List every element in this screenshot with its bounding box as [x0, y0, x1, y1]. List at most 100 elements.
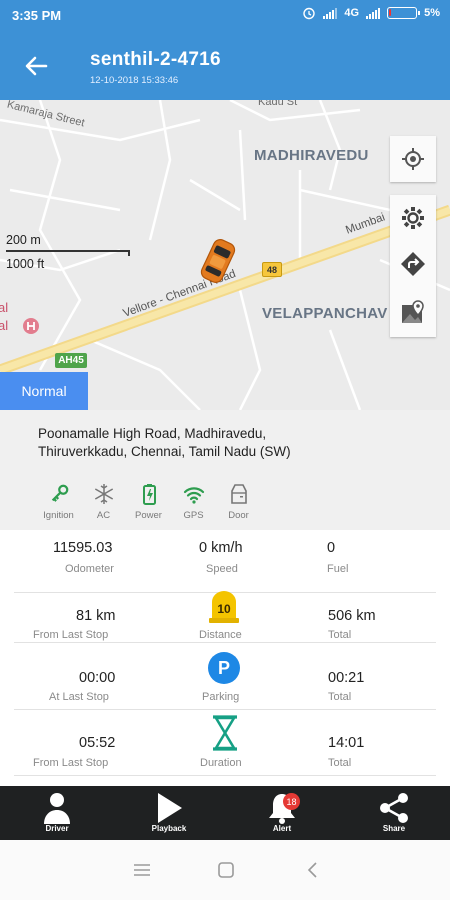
fuel-value: 0 — [327, 540, 336, 556]
recent-apps-button[interactable] — [130, 860, 154, 880]
nav-playback[interactable]: Playback — [139, 786, 199, 840]
parking-icon: P — [208, 652, 240, 684]
indicator-ignition: Ignition — [36, 482, 81, 521]
key-icon — [51, 484, 68, 502]
svg-text:P: P — [218, 658, 230, 678]
alert-badge: 18 — [283, 793, 300, 810]
scale-bar-tick — [128, 250, 130, 256]
hospital-icon — [23, 318, 39, 334]
indicator-label: Ignition — [43, 510, 74, 521]
speed-label: Speed — [206, 563, 238, 575]
nav-label: Share — [382, 824, 406, 833]
indicator-label: AC — [96, 510, 111, 521]
signal-icon — [323, 7, 338, 19]
indicator-power: Power — [126, 482, 171, 521]
battery-icon — [387, 7, 421, 19]
status-icons: 4G 5% — [302, 6, 440, 20]
svg-text:10: 10 — [217, 602, 231, 616]
scale-feet: 1000 ft — [6, 257, 45, 271]
indicator-label: Power — [135, 510, 162, 521]
nav-driver[interactable]: Driver — [27, 786, 87, 840]
indicator-door: Door — [216, 482, 261, 521]
poi-label-2: al — [0, 318, 9, 333]
crosshair-icon — [402, 148, 424, 170]
total-parking-label: Total — [328, 691, 352, 703]
area-label-madhiravedu: MADHIRAVEDU — [254, 147, 369, 164]
person-icon — [44, 793, 70, 824]
play-icon — [158, 793, 182, 823]
distance-badge-icon: 10 — [209, 591, 239, 623]
nav-label: Alert — [272, 824, 292, 833]
map-layers-button[interactable] — [390, 289, 436, 335]
route-shield: 48 — [262, 262, 282, 277]
indicator-label: Door — [228, 510, 249, 521]
app-root: 3:35 PM 4G 5% senthil-2-4716 12-10-2018 … — [0, 0, 450, 900]
odometer-label: Odometer — [65, 563, 114, 575]
square-icon — [218, 862, 234, 878]
gear-icon — [402, 207, 424, 229]
map-mode-button[interactable]: Normal — [0, 372, 88, 410]
status-bar: 3:35 PM 4G 5% — [0, 0, 450, 30]
fuel-label: Fuel — [327, 563, 349, 575]
indicator-gps: GPS — [171, 482, 216, 521]
total-parking-value: 00:21 — [328, 670, 365, 686]
system-back-button[interactable] — [300, 860, 324, 880]
total-distance-value: 506 km — [328, 608, 376, 624]
stats-row-parking: 00:00 At Last Stop P Parking 00:21 Total — [14, 648, 436, 710]
ah-shield: AH45 — [55, 353, 87, 368]
from-last-stop-time-label: From Last Stop — [33, 757, 109, 769]
speed-value: 0 km/h — [199, 540, 243, 556]
total-duration-value: 14:01 — [328, 735, 365, 751]
last-stop-distance-label: From Last Stop — [33, 629, 109, 641]
at-last-stop-value: 00:00 — [79, 670, 116, 686]
directions-icon — [401, 252, 425, 276]
indicator-ac: AC — [81, 482, 126, 521]
street-label-kadu: Kadu St — [258, 100, 298, 108]
network-type: 4G — [344, 7, 360, 19]
nav-share[interactable]: Share — [364, 786, 424, 840]
share-icon — [380, 793, 408, 823]
scale-bar — [6, 250, 130, 252]
battery-percent: 5% — [424, 7, 440, 19]
battery-charging-icon — [142, 484, 156, 505]
status-time: 3:35 PM — [12, 8, 62, 23]
snowflake-icon — [94, 484, 113, 504]
nav-label: Playback — [151, 824, 187, 833]
app-header: senthil-2-4716 12-10-2018 15:33:46 — [0, 30, 450, 100]
settings-button[interactable] — [390, 195, 436, 241]
area-label-velappanchavadi: VELAPPANCHAV — [262, 305, 388, 322]
last-stop-distance-value: 81 km — [76, 608, 116, 624]
stats-row-duration: 05:52 From Last Stop Duration 14:01 Tota… — [14, 712, 436, 776]
total-duration-label: Total — [328, 757, 352, 769]
scale-meters: 200 m — [6, 233, 41, 247]
parking-label: Parking — [202, 691, 240, 703]
wifi-icon — [183, 487, 204, 504]
back-arrow-icon[interactable] — [22, 52, 50, 80]
hourglass-icon — [213, 715, 237, 751]
indicator-label: GPS — [183, 510, 204, 521]
last-update-time: 12-10-2018 15:33:46 — [90, 75, 179, 86]
home-button[interactable] — [214, 860, 238, 880]
vehicle-address: Poonamalle High Road, Madhiravedu, Thiru… — [38, 426, 291, 459]
odometer-value: 11595.03 — [53, 540, 113, 556]
vehicle-info-panel: Poonamalle High Road, Madhiravedu, Thiru… — [0, 410, 450, 530]
system-nav-bar — [0, 840, 450, 900]
signal-icon-2 — [366, 7, 381, 19]
stats-row-odometer: 11595.03 Odometer 0 km/h Speed 0 Fuel — [14, 530, 436, 593]
from-last-stop-time-value: 05:52 — [79, 735, 116, 751]
at-last-stop-label: At Last Stop — [49, 691, 109, 703]
map-view[interactable]: Kamaraja Street Kadu St MADHIRAVEDU VELA… — [0, 100, 450, 410]
map-action-group — [390, 195, 436, 337]
poi-label: al — [0, 300, 9, 315]
indicator-row: Ignition AC Power GPS Door — [36, 482, 261, 521]
alarm-icon — [303, 7, 316, 20]
door-icon — [230, 484, 247, 504]
duration-label: Duration — [200, 757, 242, 769]
my-location-button[interactable] — [390, 136, 436, 182]
directions-button[interactable] — [390, 241, 436, 287]
map-pin-icon — [402, 300, 424, 323]
stats-row-distance: 81 km From Last Stop 10 Distance 506 km … — [14, 587, 436, 643]
nav-label: Driver — [45, 824, 69, 833]
nav-alert[interactable]: 18 Alert — [252, 786, 312, 840]
stats-panel: 11595.03 Odometer 0 km/h Speed 0 Fuel 81… — [0, 530, 450, 786]
